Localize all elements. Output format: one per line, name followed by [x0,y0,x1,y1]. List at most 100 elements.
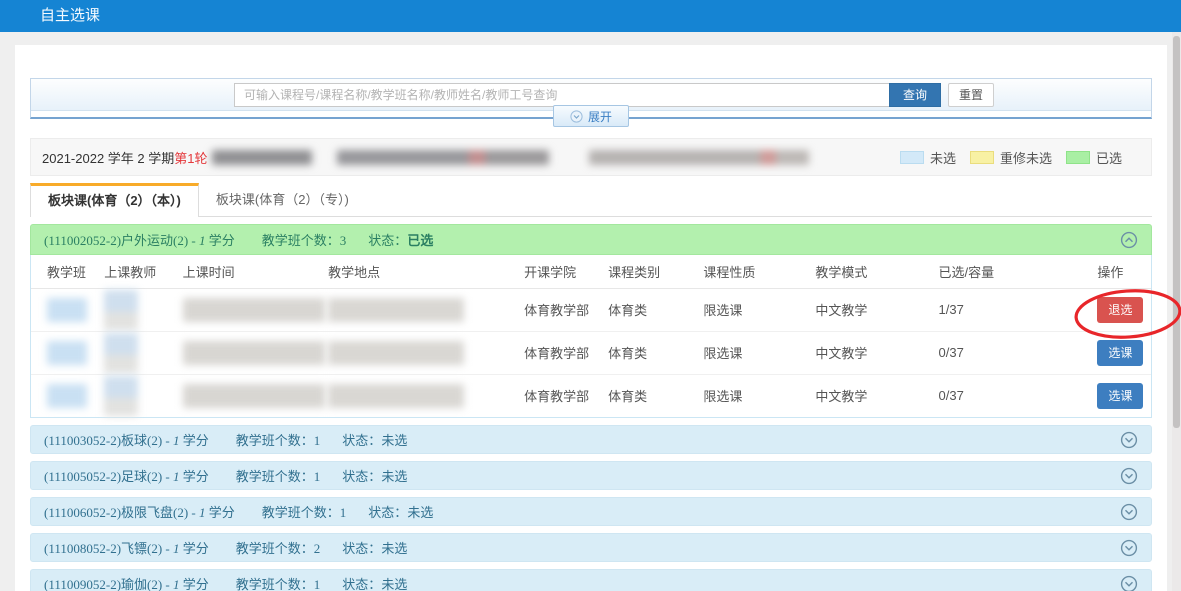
course-status: 状态：已选 [368,230,433,249]
table-cell [322,288,518,331]
category-cell: 体育类 [602,374,697,417]
select-course-button[interactable]: 选课 [1097,383,1143,409]
class-count: 教学班个数：2 [236,538,321,557]
operation-cell: 选课 [1089,374,1151,417]
table-cell [31,288,98,331]
table-cell [31,331,98,374]
redacted-teacher [104,333,138,373]
scrollbar[interactable] [1172,32,1181,591]
legend-swatch [1066,151,1090,164]
legend-item: 已选 [1066,148,1122,167]
chevron-down-icon[interactable] [1120,503,1138,521]
course-panel-header-expanded[interactable]: (111002052-2)户外运动(2) - 1 学分 教学班个数：3 状态：已选 [30,224,1152,255]
redacted-time [183,298,325,322]
course-title: (111009052-2)瑜伽(2) - 1 学分 [44,574,209,591]
column-header: 教学班 [31,255,98,288]
course-panel-header[interactable]: (111005052-2)足球(2) - 1 学分教学班个数：1状态：未选 [30,461,1152,490]
category-cell: 体育类 [602,288,697,331]
chevron-down-icon[interactable] [1120,467,1138,485]
capacity-cell: 1/37 [933,288,1090,331]
redacted-place [328,384,464,408]
redacted-place [328,298,464,322]
status-value: 未选 [381,433,407,448]
semester-round: 第1轮 [174,151,207,166]
table-cell [177,374,323,417]
tab-2[interactable]: 板块课(体育（2）（专）) [199,183,366,216]
redacted-place [328,341,464,365]
legend-swatch [900,151,924,164]
course-panel-header[interactable]: (111006052-2)极限飞盘(2) - 1 学分教学班个数：1状态：未选 [30,497,1152,526]
course-panel-header[interactable]: (111008052-2)飞镖(2) - 1 学分教学班个数：2状态：未选 [30,533,1152,562]
chevron-up-icon[interactable] [1120,231,1138,249]
category-cell: 体育类 [602,331,697,374]
table-cell [98,288,176,331]
college-cell: 体育教学部 [518,288,602,331]
expand-toggle[interactable] [1120,431,1138,449]
status-value: 未选 [381,541,407,556]
column-header: 教学地点 [322,255,518,288]
reset-button[interactable]: 重置 [948,83,994,107]
search-input[interactable] [234,83,889,107]
table-row: 体育教学部体育类限选课中文教学1/37退选 [31,288,1151,331]
mode-cell: 中文教学 [809,331,932,374]
expand-toggle[interactable] [1120,575,1138,591]
scrollbar-thumb[interactable] [1173,36,1180,428]
course-status: 状态：未选 [342,466,407,485]
chevron-down-icon[interactable] [1120,575,1138,591]
drop-course-button[interactable]: 退选 [1097,297,1143,323]
course-title: (111002052-2)户外运动(2) - 1 学分 [44,230,235,249]
table-row: 体育教学部体育类限选课中文教学0/37选课 [31,331,1151,374]
redacted-text-block [589,150,809,165]
legend-item: 未选 [900,148,956,167]
column-header: 教学模式 [809,255,932,288]
table-row: 体育教学部体育类限选课中文教学0/37选课 [31,374,1151,417]
semester-text: 2021-2022 学年 2 学期第1轮 [42,148,207,167]
college-cell: 体育教学部 [518,331,602,374]
class-count: 教学班个数：1 [236,466,321,485]
semester-bar: 2021-2022 学年 2 学期第1轮 未选重修未选已选 [30,138,1152,176]
course-title: (111008052-2)飞镖(2) - 1 学分 [44,538,209,557]
search-group: 查询 重置 [234,83,994,107]
legend-label: 已选 [1096,148,1122,167]
select-course-button[interactable]: 选课 [1097,340,1143,366]
class-table: 教学班上课教师上课时间教学地点开课学院课程类别课程性质教学模式已选/容量操作体育… [31,255,1151,417]
table-cell [98,374,176,417]
course-panel-header[interactable]: (111003052-2)板球(2) - 1 学分教学班个数：1状态：未选 [30,425,1152,454]
course-status: 状态：未选 [368,502,433,521]
column-header: 已选/容量 [933,255,1090,288]
status-value: 已选 [407,233,433,248]
college-cell: 体育教学部 [518,374,602,417]
column-header: 课程类别 [602,255,697,288]
nature-cell: 限选课 [697,331,809,374]
collapse-toggle[interactable] [1120,231,1138,249]
class-count: 教学班个数：3 [262,230,347,249]
chevron-down-icon[interactable] [1120,539,1138,557]
column-header: 课程性质 [697,255,809,288]
expand-button[interactable]: 展开 [553,105,629,127]
tab-1[interactable]: 板块课(体育（2）（本）) [30,183,199,217]
redacted-teacher [104,290,138,330]
tab-bar: 板块课(体育（2）（本）)板块课(体育（2）（专）) [30,183,1152,217]
status-value: 未选 [407,505,433,520]
course-panel-header[interactable]: (111009052-2)瑜伽(2) - 1 学分教学班个数：1状态：未选 [30,569,1152,591]
expand-toggle[interactable] [1120,467,1138,485]
chevron-down-icon [570,110,583,123]
redacted-time [183,341,325,365]
redacted-teacher [104,376,138,416]
chevron-down-icon[interactable] [1120,431,1138,449]
class-count: 教学班个数：1 [262,502,347,521]
course-title: (111003052-2)板球(2) - 1 学分 [44,430,209,449]
query-button[interactable]: 查询 [889,83,941,107]
table-cell [177,288,323,331]
expand-toggle[interactable] [1120,539,1138,557]
status-value: 未选 [381,469,407,484]
table-cell [322,374,518,417]
column-header: 操作 [1089,255,1151,288]
expand-toggle[interactable] [1120,503,1138,521]
redacted-class-name [47,298,87,322]
mode-cell: 中文教学 [809,374,932,417]
page-title: 自主选课 [40,0,1181,32]
operation-cell: 选课 [1089,331,1151,374]
mode-cell: 中文教学 [809,288,932,331]
nature-cell: 限选课 [697,374,809,417]
